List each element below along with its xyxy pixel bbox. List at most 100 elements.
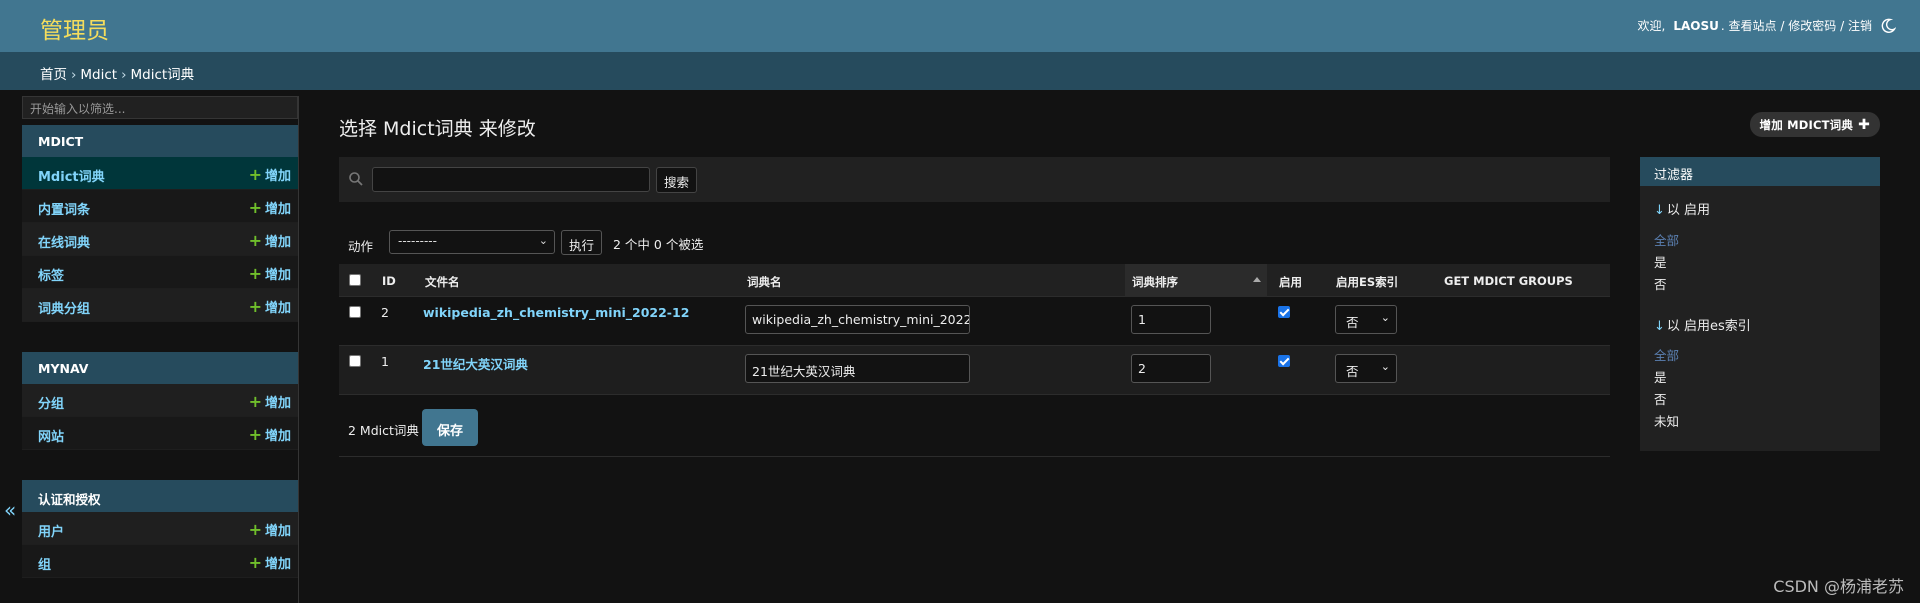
add-link[interactable]: + 增加: [249, 392, 291, 411]
add-label: 增加: [264, 169, 291, 184]
row-checkbox[interactable]: [349, 355, 361, 367]
nav-filter-input[interactable]: 开始输入以筛选...: [22, 96, 298, 119]
page-title: 选择 Mdict词典 来修改: [339, 118, 536, 140]
breadcrumb-separator: ›: [71, 67, 77, 83]
logout-link[interactable]: 注销: [1848, 19, 1872, 33]
sidebar-item-dict-groups[interactable]: 词典分组 + 增加: [22, 289, 298, 322]
filter-option-all[interactable]: 全部: [1654, 230, 1679, 249]
chevron-down-icon: ⌄: [1380, 360, 1390, 373]
sidebar-item-label[interactable]: 在线词典: [38, 232, 90, 251]
cell-file-link[interactable]: wikipedia_zh_chemistry_mini_2022-12: [423, 305, 689, 320]
user-tools: 欢迎, LAOSU. 查看站点 / 修改密码 / 注销: [1637, 19, 1872, 33]
plus-icon: +: [248, 425, 262, 444]
add-link[interactable]: + 增加: [249, 165, 291, 184]
order-field[interactable]: 2: [1131, 354, 1211, 383]
filter-option-no[interactable]: 否: [1654, 274, 1667, 293]
filter-option-unknown[interactable]: 未知: [1654, 411, 1679, 430]
separator: /: [1780, 19, 1785, 33]
username: LAOSU: [1673, 19, 1719, 33]
run-action-button[interactable]: 执行: [561, 230, 603, 255]
filter-heading-label: 以 启用: [1666, 203, 1711, 218]
search-button[interactable]: 搜索: [656, 167, 698, 193]
add-link[interactable]: + 增加: [249, 297, 291, 316]
action-select-value: ---------: [398, 234, 437, 248]
add-link[interactable]: + 增加: [249, 264, 291, 283]
table-header: ID 文件名 词典名 词典排序 启用 启用ES索引 GET MDICT GROU…: [339, 264, 1610, 297]
add-link[interactable]: + 增加: [249, 231, 291, 250]
filter-title: 过滤器: [1640, 157, 1880, 186]
action-select[interactable]: --------- ⌄: [389, 230, 555, 254]
sidebar-item-label[interactable]: 内置词条: [38, 199, 90, 218]
sidebar-item-builtin-entries[interactable]: 内置词条 + 增加: [22, 190, 298, 223]
add-mdict-button[interactable]: 增加 MDICT词典 ✚: [1749, 112, 1880, 137]
add-label: 增加: [264, 396, 291, 411]
toggle-sidebar-icon[interactable]: «: [4, 498, 16, 522]
sidebar-item-label[interactable]: 分组: [38, 393, 64, 412]
enabled-checkbox[interactable]: [1278, 355, 1290, 367]
sidebar-item-auth-groups[interactable]: 组 + 增加: [22, 545, 298, 578]
sidebar-item-users[interactable]: 用户 + 增加: [22, 512, 298, 545]
add-label: 增加: [264, 524, 291, 539]
sidebar-item-label[interactable]: Mdict词典: [38, 166, 105, 185]
plus-icon: ✚: [1858, 117, 1870, 133]
filter-option-all[interactable]: 全部: [1654, 345, 1679, 364]
dict-name-field[interactable]: 21世纪大英汉词典: [745, 354, 970, 383]
save-button[interactable]: 保存: [422, 409, 478, 446]
select-all-checkbox[interactable]: [349, 274, 361, 286]
column-es-index[interactable]: 启用ES索引: [1336, 274, 1398, 290]
add-label: 增加: [264, 429, 291, 444]
site-branding[interactable]: 管理员: [40, 11, 109, 45]
add-link[interactable]: + 增加: [249, 520, 291, 539]
welcome-text: 欢迎,: [1637, 19, 1666, 33]
column-order[interactable]: 词典排序: [1132, 274, 1178, 290]
view-site-link[interactable]: 查看站点: [1729, 19, 1777, 33]
order-field[interactable]: 1: [1131, 305, 1211, 334]
column-file[interactable]: 文件名: [425, 274, 460, 290]
breadcrumb-home[interactable]: 首页: [40, 67, 67, 83]
enabled-checkbox[interactable]: [1278, 306, 1290, 318]
moon-icon[interactable]: [1880, 18, 1896, 34]
sidebar-item-websites[interactable]: 网站 + 增加: [22, 417, 298, 450]
filter-heading-es-index[interactable]: ↓ 以 启用es索引: [1654, 315, 1751, 334]
column-id[interactable]: ID: [382, 274, 396, 288]
sidebar-item-label[interactable]: 词典分组: [38, 298, 90, 317]
add-link[interactable]: + 增加: [249, 198, 291, 217]
column-enabled[interactable]: 启用: [1279, 274, 1302, 290]
filter-heading-enabled[interactable]: ↓ 以 启用: [1654, 199, 1710, 218]
sidebar-item-label[interactable]: 网站: [38, 426, 64, 445]
sidebar-item-mdict-dict[interactable]: Mdict词典 + 增加: [22, 157, 298, 190]
es-index-select[interactable]: 否 ⌄: [1335, 354, 1397, 383]
cell-file-link[interactable]: 21世纪大英汉词典: [423, 354, 528, 373]
module-caption-auth[interactable]: 认证和授权: [22, 480, 298, 512]
add-link[interactable]: + 增加: [249, 553, 291, 572]
filter-panel: 过滤器 ↓ 以 启用 全部 是 否 ↓ 以 启用es索引 全部 是 否 未知: [1640, 157, 1880, 451]
sidebar-item-label[interactable]: 标签: [38, 265, 64, 284]
module-caption-mdict[interactable]: MDICT: [22, 125, 298, 157]
es-index-value: 否: [1346, 315, 1359, 330]
cell-id: 2: [381, 305, 389, 320]
search-input[interactable]: [372, 167, 650, 192]
sidebar-item-groups[interactable]: 分组 + 增加: [22, 384, 298, 417]
filter-option-no[interactable]: 否: [1654, 389, 1667, 408]
sidebar-item-label[interactable]: 用户: [38, 521, 64, 540]
filter-option-yes[interactable]: 是: [1654, 252, 1667, 271]
sidebar-item-tags[interactable]: 标签 + 增加: [22, 256, 298, 289]
table-row: 1 21世纪大英汉词典 21世纪大英汉词典 2 否 ⌄: [339, 346, 1610, 395]
dict-name-field[interactable]: wikipedia_zh_chemistry_mini_2022-12: [745, 305, 970, 334]
breadcrumb-app[interactable]: Mdict: [80, 67, 117, 83]
row-checkbox[interactable]: [349, 306, 361, 318]
paginator-bar: 2 Mdict词典 保存: [339, 402, 1610, 457]
plus-icon: +: [248, 264, 262, 283]
module-caption-mynav[interactable]: MYNAV: [22, 352, 298, 384]
selection-counter: 2 个中 0 个被选: [613, 237, 704, 252]
watermark: CSDN @杨浦老苏: [1773, 577, 1904, 596]
filter-option-yes[interactable]: 是: [1654, 367, 1667, 386]
column-dict-name[interactable]: 词典名: [747, 274, 782, 290]
sort-ascending-icon[interactable]: [1253, 277, 1261, 282]
add-link[interactable]: + 增加: [249, 425, 291, 444]
sidebar-item-label[interactable]: 组: [38, 554, 51, 573]
change-password-link[interactable]: 修改密码: [1788, 19, 1836, 33]
plus-icon: +: [248, 165, 262, 184]
sidebar-item-online-dict[interactable]: 在线词典 + 增加: [22, 223, 298, 256]
es-index-select[interactable]: 否 ⌄: [1335, 305, 1397, 334]
